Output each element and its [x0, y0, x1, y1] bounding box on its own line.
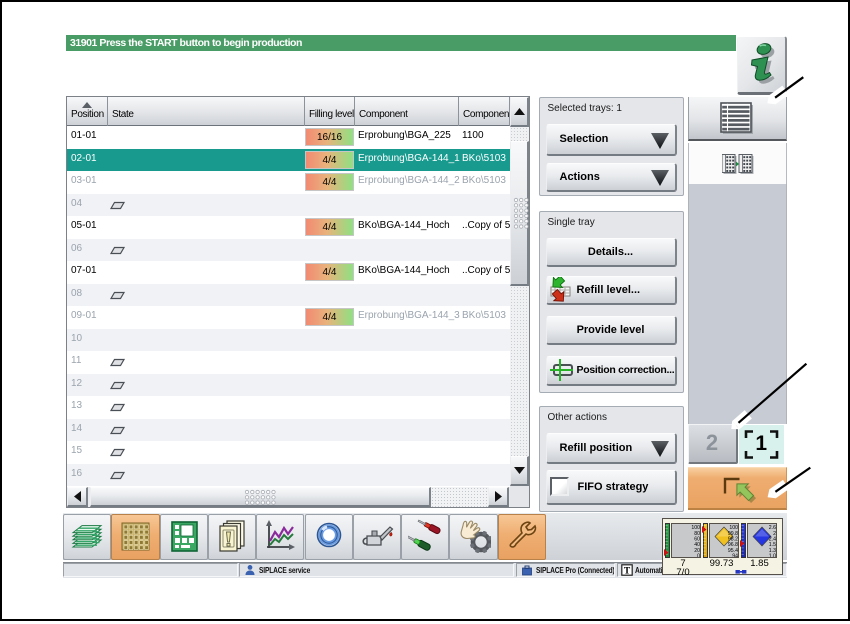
svg-text:94: 94 — [732, 553, 738, 558]
svg-text:0: 0 — [697, 553, 700, 558]
svg-text:T: T — [624, 567, 631, 577]
svg-text:1.0: 1.0 — [769, 553, 776, 558]
